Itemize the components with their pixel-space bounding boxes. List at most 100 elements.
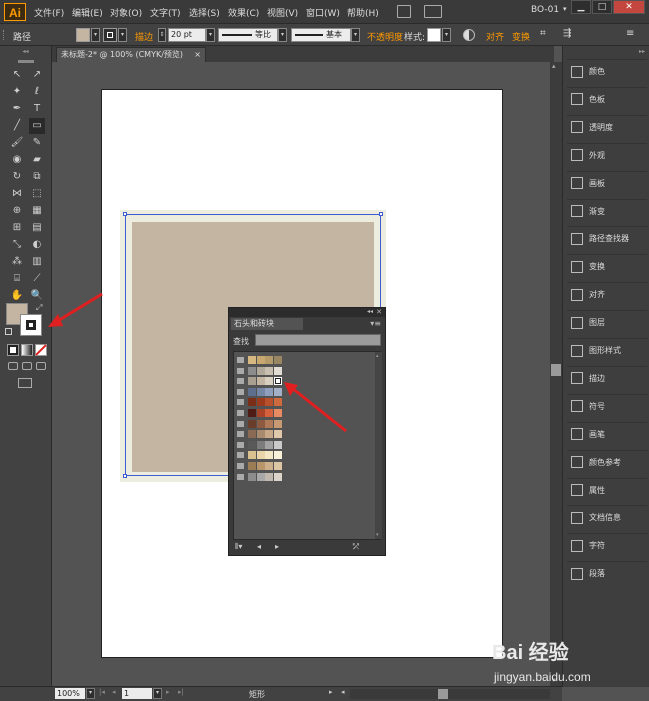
- gradient-mode-icon[interactable]: [21, 344, 33, 356]
- width-tool-icon[interactable]: ⋈: [9, 186, 25, 202]
- bridge-icon[interactable]: [397, 5, 411, 18]
- swatch-cell[interactable]: [248, 472, 256, 481]
- menu-help[interactable]: 帮助(H): [347, 6, 379, 19]
- swatch-cell[interactable]: [248, 409, 256, 417]
- vertical-scroll-thumb[interactable]: [551, 364, 561, 376]
- blob-brush-tool-icon[interactable]: ◉: [9, 152, 25, 168]
- swatch-cell[interactable]: [265, 356, 273, 364]
- dock-item-gradient[interactable]: 渐变: [567, 198, 647, 223]
- panel-menu-icon[interactable]: ▾≡: [370, 319, 381, 328]
- stroke-dropdown-arrow[interactable]: ▾: [118, 28, 127, 42]
- swatch-cell[interactable]: [256, 409, 265, 417]
- gradient-tool-icon[interactable]: ▤: [29, 220, 45, 236]
- swatch-cell[interactable]: [273, 440, 282, 449]
- stroke-swatch[interactable]: [103, 28, 117, 42]
- shape-builder-tool-icon[interactable]: ⊕: [9, 203, 25, 219]
- selection-handle[interactable]: [123, 474, 127, 478]
- swatch-cell[interactable]: [265, 451, 273, 460]
- selection-handle[interactable]: [123, 212, 127, 216]
- swatch-cell[interactable]: [248, 462, 256, 470]
- dock-item-brushes[interactable]: 画笔: [567, 421, 647, 446]
- swatch-cell[interactable]: [256, 440, 265, 449]
- list-scrollbar[interactable]: ▴ ▾: [375, 352, 382, 539]
- magic-wand-tool-icon[interactable]: ✦: [9, 84, 25, 100]
- graphic-style-swatch[interactable]: [427, 28, 441, 42]
- panel-menu-icon[interactable]: ≡: [626, 28, 634, 39]
- dock-item-graphic-styles[interactable]: 图形样式: [567, 338, 647, 362]
- zoom-field[interactable]: 100%: [55, 688, 85, 699]
- menu-edit[interactable]: 编辑(E): [72, 6, 103, 19]
- collapse-icon[interactable]: ◂◂: [367, 308, 373, 315]
- add-to-swatches-icon[interactable]: ⤱: [353, 542, 359, 552]
- dock-item-swatches[interactable]: 色板: [567, 86, 647, 111]
- swatch-cell[interactable]: [273, 377, 282, 386]
- dock-item-color[interactable]: 颜色: [567, 59, 647, 83]
- dock-collapse-grip[interactable]: ▸▸: [563, 49, 649, 55]
- maximize-button[interactable]: □: [592, 0, 612, 14]
- swatch-cell[interactable]: [248, 430, 256, 439]
- swatch-cell[interactable]: [256, 377, 265, 386]
- swatch-cell[interactable]: [256, 430, 265, 439]
- menu-object[interactable]: 对象(O): [110, 6, 142, 19]
- swatch-cell[interactable]: [265, 398, 273, 407]
- symbol-sprayer-tool-icon[interactable]: ⁂: [9, 254, 25, 270]
- swatch-cell[interactable]: [256, 419, 265, 428]
- panel-title-bar[interactable]: ◂◂ ✕: [229, 308, 385, 317]
- status-menu-arrow[interactable]: ▸: [329, 688, 333, 696]
- chevron-down-icon[interactable]: ▾: [563, 5, 567, 13]
- dock-item-transparency[interactable]: 透明度: [567, 114, 647, 139]
- first-artboard-icon[interactable]: |◂: [99, 688, 105, 696]
- selection-handle[interactable]: [379, 212, 383, 216]
- scroll-up-icon[interactable]: ▴: [552, 62, 556, 70]
- swatch-cell[interactable]: [256, 462, 265, 470]
- swatch-cell[interactable]: [273, 430, 282, 439]
- vertical-scrollbar[interactable]: ▴ ▾: [550, 62, 562, 686]
- swatch-cell[interactable]: [256, 451, 265, 460]
- artboard-number-field[interactable]: 1: [122, 688, 152, 699]
- dock-item-align[interactable]: 对齐: [567, 282, 647, 306]
- arrange-documents-icon[interactable]: [424, 5, 442, 18]
- swatch-cell[interactable]: [265, 430, 273, 439]
- swatch-cell[interactable]: [273, 409, 282, 417]
- dock-item-attributes[interactable]: 属性: [567, 477, 647, 502]
- selection-tool-icon[interactable]: ↖: [9, 67, 25, 83]
- options-icon[interactable]: ⇶: [563, 28, 571, 39]
- eyedropper-tool-icon[interactable]: ⤡: [9, 237, 25, 253]
- zoom-dropdown[interactable]: ▾: [86, 688, 95, 699]
- isolate-icon[interactable]: ⌗: [540, 28, 546, 39]
- swatch-cell[interactable]: [273, 462, 282, 470]
- free-transform-tool-icon[interactable]: ⬚: [29, 186, 45, 202]
- profile-dropdown[interactable]: ▾: [278, 28, 287, 42]
- eraser-tool-icon[interactable]: ▰: [29, 152, 45, 168]
- menu-select[interactable]: 选择(S): [189, 6, 220, 19]
- perspective-grid-tool-icon[interactable]: ▦: [29, 203, 45, 219]
- swatch-cell[interactable]: [273, 451, 282, 460]
- swatch-cell[interactable]: [273, 472, 282, 481]
- dock-item-stroke[interactable]: 描边: [567, 365, 647, 390]
- draw-normal-icon[interactable]: [8, 362, 18, 370]
- pencil-tool-icon[interactable]: ✎: [29, 135, 45, 151]
- swatch-cell[interactable]: [248, 387, 256, 396]
- swatch-cell[interactable]: [265, 419, 273, 428]
- dock-item-character[interactable]: 字符: [567, 533, 647, 557]
- variable-width-profile[interactable]: 等比: [218, 28, 278, 42]
- mesh-tool-icon[interactable]: ⊞: [9, 220, 25, 236]
- swatch-cell[interactable]: [273, 356, 282, 364]
- menu-file[interactable]: 文件(F): [34, 6, 64, 19]
- swatch-cell[interactable]: [248, 440, 256, 449]
- scale-tool-icon[interactable]: ⧉: [29, 169, 45, 185]
- direct-selection-tool-icon[interactable]: ↗: [29, 67, 45, 83]
- swatch-cell[interactable]: [265, 462, 273, 470]
- close-button[interactable]: ✕: [613, 0, 645, 14]
- opacity-link[interactable]: 不透明度: [367, 30, 403, 43]
- workspace-switcher[interactable]: BO-01: [531, 5, 559, 15]
- fill-dropdown-arrow[interactable]: ▾: [91, 28, 100, 42]
- draw-inside-icon[interactable]: [36, 362, 46, 370]
- dock-item-color-guide[interactable]: 颜色参考: [567, 449, 647, 474]
- pen-tool-icon[interactable]: ✒: [9, 101, 25, 117]
- next-artboard-icon[interactable]: ▸: [166, 688, 170, 696]
- default-colors-icon[interactable]: [5, 328, 12, 335]
- swatch-library-tab[interactable]: 石头和砖块: [231, 318, 303, 330]
- swatch-cell[interactable]: [256, 472, 265, 481]
- close-icon[interactable]: ×: [194, 48, 201, 62]
